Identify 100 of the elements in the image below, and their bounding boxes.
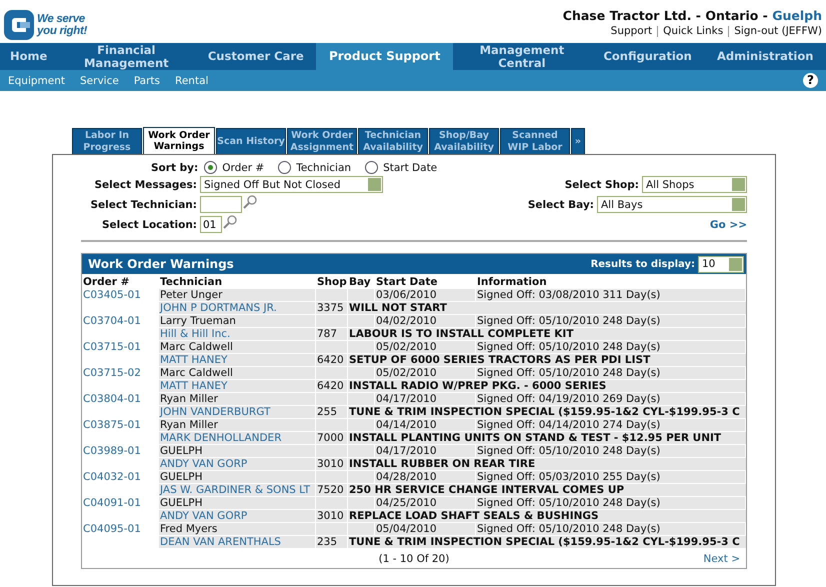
panel-title: Work Order Warnings — [88, 257, 234, 271]
more-tabs-button[interactable]: » — [571, 128, 585, 154]
table-cell: Signed Off: 05/10/2010 248 Day(s) — [476, 523, 745, 535]
table-cell: 04/25/2010 — [375, 497, 475, 509]
table-cell: Signed Off: 03/08/2010 311 Day(s) — [476, 289, 745, 301]
tab[interactable]: Work Order Warnings — [143, 127, 215, 154]
order-link[interactable]: C03875-01 — [82, 419, 158, 431]
bay-dropdown[interactable]: All Bays — [597, 196, 747, 213]
tab[interactable]: Shop/Bay Availability — [429, 128, 499, 154]
subnav-link[interactable]: Service — [80, 74, 119, 86]
table-cell: 3010 — [316, 458, 347, 470]
subnav-link[interactable]: Equipment — [8, 74, 65, 86]
table-cell: 787 — [316, 328, 347, 340]
order-link[interactable]: C03704-01 — [82, 315, 158, 327]
technician-link[interactable]: Hill & Hill Inc. — [159, 328, 315, 340]
table-cell: Larry Trueman — [159, 315, 315, 327]
table-cell: TUNE & TRIM INSPECTION SPECIAL ($159.95-1&2 CYL-$199.95-3 C — [348, 536, 746, 548]
table-cell: 3375 — [316, 302, 347, 314]
radio-label: Order # — [222, 162, 264, 174]
technician-field[interactable] — [200, 196, 242, 213]
table-cell: Marc Caldwell — [159, 341, 315, 353]
table-cell: 04/17/2010 — [375, 393, 475, 405]
sort-label: Sort by: — [151, 162, 198, 174]
table-cell: GUELPH — [159, 471, 315, 483]
table-cell: 7520 — [316, 484, 347, 496]
results-dropdown[interactable]: 10 — [698, 256, 744, 272]
nav-tab[interactable]: Administration — [704, 43, 826, 70]
table-cell: Signed Off: 05/03/2010 255 Day(s) — [476, 471, 745, 483]
field-label: Select Messages: — [93, 178, 197, 190]
order-link[interactable]: C04095-01 — [82, 523, 158, 535]
table-cell: 6420 — [316, 354, 347, 366]
column-header: Information — [476, 275, 548, 289]
table-cell: 235 — [316, 536, 347, 548]
table-cell: SETUP OF 6000 SERIES TRACTORS AS PER PDI LIST — [348, 354, 746, 366]
table-cell: GUELPH — [159, 497, 315, 509]
table-cell: INSTALL PLANTING UNITS ON STAND & TEST - $12.95 PER UNIT — [348, 432, 746, 444]
table-cell: Signed Off: 04/19/2010 269 Day(s) — [476, 393, 745, 405]
technician-link[interactable]: MARK DENHOLLANDER — [159, 432, 315, 444]
tab[interactable]: Scan History — [216, 128, 286, 154]
search-icon[interactable] — [223, 215, 237, 229]
nav-tab[interactable]: Customer Care — [195, 43, 316, 70]
technician-link[interactable]: MATT HANEY — [159, 354, 315, 366]
technician-link[interactable]: JAS W. GARDINER & SONS LT — [159, 484, 315, 496]
location-field[interactable]: 01 — [200, 216, 222, 233]
technician-link[interactable]: JOHN P DORTMANS JR. — [159, 302, 315, 314]
table-cell: GUELPH — [159, 445, 315, 457]
radio-label: Start Date — [383, 162, 438, 174]
nav-tab[interactable]: Home — [0, 43, 58, 70]
order-link[interactable]: C03715-01 — [82, 341, 158, 353]
table-cell: 04/28/2010 — [375, 471, 475, 483]
shop-dropdown[interactable]: All Shops — [642, 176, 747, 193]
subnav-link[interactable]: Rental — [175, 74, 208, 86]
table-cell: 05/02/2010 — [375, 367, 475, 379]
technician-link[interactable]: ANDY VAN GORP — [159, 510, 315, 522]
order-link[interactable]: C03989-01 — [82, 445, 158, 457]
column-header: Technician — [159, 275, 224, 289]
help-icon[interactable]: ? — [803, 73, 818, 88]
field-label: Select Location: — [100, 218, 197, 230]
location-name: Guelph — [772, 8, 822, 23]
order-link[interactable]: C03405-01 — [82, 289, 158, 301]
field-label: Select Bay: — [528, 198, 594, 210]
tab[interactable]: Work Order Assignment — [287, 128, 357, 154]
column-header: Bay — [348, 275, 372, 289]
tab[interactable]: Scanned WIP Labor — [500, 128, 570, 154]
nav-tab[interactable]: Product Support — [316, 43, 453, 70]
table-cell: 05/04/2010 — [375, 523, 475, 535]
tab[interactable]: Technician Availability — [358, 128, 428, 154]
nav-tab[interactable]: Management Central — [452, 43, 591, 70]
radio-button[interactable] — [365, 161, 378, 174]
technician-link[interactable]: MATT HANEY — [159, 380, 315, 392]
next-link[interactable]: Next > — [703, 553, 740, 565]
field-label: Select Shop: — [564, 178, 639, 190]
subnav-link[interactable]: Parts — [134, 74, 160, 86]
header-link[interactable]: Sign-out (JEFFW) — [728, 26, 822, 37]
technician-link[interactable]: JOHN VANDERBURGT — [159, 406, 315, 418]
technician-link[interactable]: ANDY VAN GORP — [159, 458, 315, 470]
order-link[interactable]: C03715-02 — [82, 367, 158, 379]
radio-button[interactable] — [204, 161, 218, 174]
nav-tab[interactable]: Financial Management — [57, 43, 196, 70]
table-cell: Ryan Miller — [159, 419, 315, 431]
table-cell: INSTALL RADIO W/PREP PKG. - 6000 SERIES — [348, 380, 746, 392]
technician-link[interactable]: DEAN VAN ARENTHALS — [159, 536, 315, 548]
order-link[interactable]: C04091-01 — [82, 497, 158, 509]
messages-dropdown[interactable]: Signed Off But Not Closed — [200, 176, 383, 193]
table-cell: Fred Myers — [159, 523, 315, 535]
order-link[interactable]: C03804-01 — [82, 393, 158, 405]
radio-button[interactable] — [278, 161, 292, 174]
tab[interactable]: Labor In Progress — [72, 128, 142, 154]
table-cell: WILL NOT START — [348, 302, 746, 314]
nav-tab[interactable]: Configuration — [590, 43, 704, 70]
table-cell: 05/02/2010 — [375, 341, 475, 353]
order-link[interactable]: C04032-01 — [82, 471, 158, 483]
search-icon[interactable] — [243, 195, 257, 209]
header-link[interactable]: Support — [606, 26, 658, 37]
table-cell: 255 — [316, 406, 347, 418]
header-link[interactable]: Quick Links — [657, 26, 728, 37]
column-header: Shop — [316, 275, 348, 289]
go-link[interactable]: Go >> — [710, 219, 747, 231]
pager-range: (1 - 10 Of 20) — [378, 553, 450, 565]
logo-icon — [4, 10, 34, 40]
